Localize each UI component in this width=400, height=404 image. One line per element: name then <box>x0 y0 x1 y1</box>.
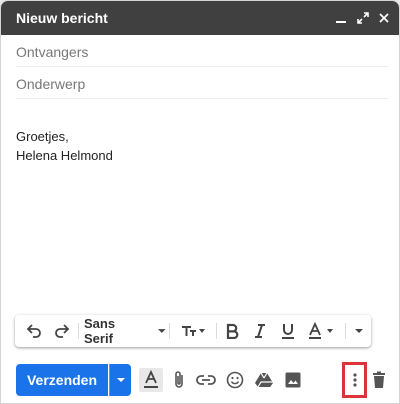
italic-icon[interactable] <box>248 315 272 347</box>
delete-icon[interactable] <box>367 368 391 392</box>
highlight-box <box>342 362 367 398</box>
toolbar-divider <box>216 323 217 339</box>
chevron-down-icon <box>116 378 125 382</box>
attach-icon[interactable] <box>167 368 191 392</box>
text-color-icon[interactable] <box>304 315 340 347</box>
formatting-options-icon[interactable] <box>139 368 163 392</box>
drive-icon[interactable] <box>252 368 276 392</box>
subject-input[interactable] <box>16 67 388 98</box>
toolbar-divider <box>345 323 346 339</box>
chevron-down-icon <box>158 329 167 333</box>
body-line: Helena Helmond <box>16 148 113 163</box>
message-body[interactable]: Groetjes, Helena Helmond <box>16 127 386 307</box>
bold-icon[interactable] <box>220 315 244 347</box>
send-group: Verzenden <box>16 364 131 396</box>
minimize-icon[interactable] <box>333 10 349 26</box>
subject-field[interactable] <box>16 67 388 99</box>
redo-icon[interactable] <box>49 315 75 347</box>
more-formatting-icon[interactable] <box>349 315 369 347</box>
toolbar-divider <box>78 323 79 339</box>
compose-window: Nieuw bericht Groetjes, Helena Helmond <box>0 0 400 404</box>
recipients-field[interactable] <box>16 35 388 67</box>
font-name: Sans Serif <box>84 316 116 346</box>
body-line: Groetjes, <box>16 129 69 144</box>
text-size-icon[interactable] <box>173 315 213 347</box>
link-icon[interactable] <box>194 368 218 392</box>
toolbar-divider <box>169 323 170 339</box>
close-icon[interactable] <box>376 10 392 26</box>
underline-icon[interactable] <box>276 315 300 347</box>
font-select[interactable]: Sans Serif <box>81 315 167 347</box>
compose-title: Nieuw bericht <box>16 10 108 26</box>
emoji-icon[interactable] <box>223 368 247 392</box>
undo-icon[interactable] <box>21 315 47 347</box>
photo-icon[interactable] <box>281 368 305 392</box>
formatting-toolbar: Sans Serif <box>15 315 371 347</box>
compose-header: Nieuw bericht <box>1 1 399 35</box>
recipients-input[interactable] <box>16 35 388 66</box>
expand-icon[interactable] <box>355 10 371 26</box>
send-options-button[interactable] <box>109 364 131 396</box>
send-button[interactable]: Verzenden <box>16 364 108 396</box>
